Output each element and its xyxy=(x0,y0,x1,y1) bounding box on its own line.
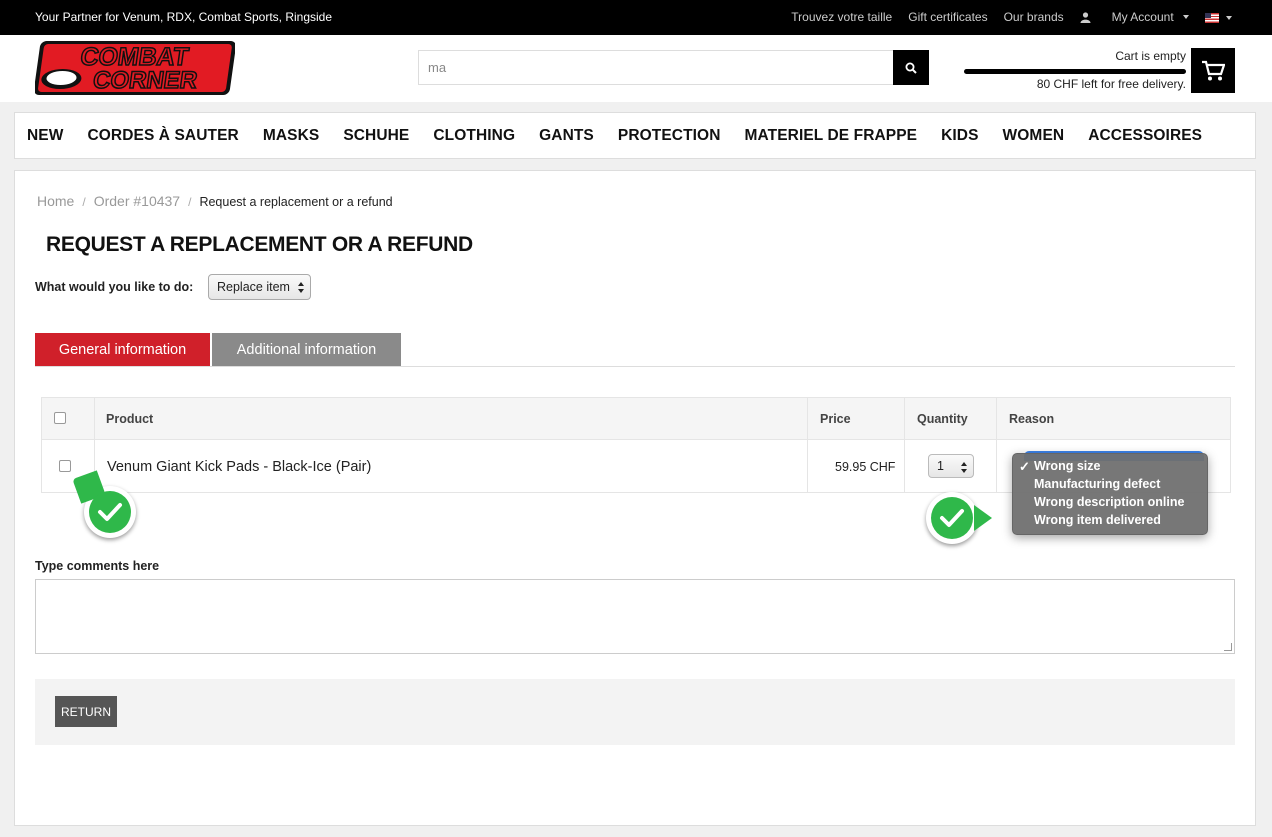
free-delivery-progress xyxy=(964,69,1186,74)
nav-item-gants[interactable]: GANTS xyxy=(539,127,594,145)
breadcrumb-current: Request a replacement or a refund xyxy=(199,195,393,209)
tagline: Your Partner for Venum, RDX, Combat Spor… xyxy=(35,10,333,24)
select-arrows-icon xyxy=(961,462,967,473)
header-quantity: Quantity xyxy=(917,412,968,426)
nav-item-women[interactable]: WOMEN xyxy=(1003,127,1065,145)
nav-item-new[interactable]: NEW xyxy=(27,127,63,145)
user-icon xyxy=(1080,11,1091,23)
main-nav: NEW CORDES À SAUTER MASKS SCHUHE CLOTHIN… xyxy=(14,112,1256,159)
select-arrows-icon xyxy=(298,282,304,293)
reason-dropdown-menu: ✓ Wrong size Manufacturing defect Wrong … xyxy=(1012,453,1208,535)
top-links: Trouvez votre taille Gift certificates O… xyxy=(775,10,1232,24)
top-bar: Your Partner for Venum, RDX, Combat Spor… xyxy=(0,0,1272,35)
nav-item-clothing[interactable]: CLOTHING xyxy=(433,127,515,145)
reason-option-label: Wrong description online xyxy=(1034,495,1185,509)
annotation-check-marker xyxy=(926,492,992,544)
annotation-check-marker xyxy=(72,470,136,538)
search-input[interactable] xyxy=(419,51,889,84)
cart-status: Cart is empty xyxy=(1115,49,1186,63)
reason-option-label: Manufacturing defect xyxy=(1034,477,1161,491)
breadcrumb-order[interactable]: Order #10437 xyxy=(94,193,180,209)
us-flag-icon xyxy=(1204,12,1219,23)
form-footer: RETURN xyxy=(35,679,1235,745)
cart-info: Cart is empty 80 CHF left for free deliv… xyxy=(964,49,1186,93)
search-box xyxy=(418,50,929,85)
comments-label: Type comments here xyxy=(35,559,160,573)
nav-item-accessoires[interactable]: ACCESSOIRES xyxy=(1088,127,1202,145)
nav-item-schuhe[interactable]: SCHUHE xyxy=(343,127,409,145)
header-price: Price xyxy=(820,412,851,426)
checkmark-icon xyxy=(940,509,964,527)
chevron-down-icon xyxy=(1226,15,1232,20)
action-select-value: Replace item xyxy=(217,280,290,294)
select-all-checkbox[interactable] xyxy=(54,412,66,424)
combat-corner-logo[interactable]: COMBAT CORNER xyxy=(35,39,235,97)
quantity-select[interactable]: 1 xyxy=(928,454,974,478)
row-checkbox[interactable] xyxy=(59,460,71,472)
action-select[interactable]: Replace item xyxy=(208,274,311,300)
size-guide-link[interactable]: Trouvez votre taille xyxy=(791,10,892,24)
breadcrumb: Home / Order #10437/Request a replacement … xyxy=(37,193,393,209)
action-label: What would you like to do: xyxy=(35,280,194,294)
gift-certificates-link[interactable]: Gift certificates xyxy=(908,10,987,24)
site-header: COMBAT CORNER Cart is empty 80 CHF left … xyxy=(0,35,1272,102)
tab-additional-information[interactable]: Additional information xyxy=(212,333,401,366)
checkmark-icon xyxy=(98,503,122,521)
language-selector[interactable] xyxy=(1204,10,1232,24)
breadcrumb-home[interactable]: Home xyxy=(37,193,74,209)
return-button[interactable]: RETURN xyxy=(55,696,117,727)
header-reason: Reason xyxy=(1009,412,1055,426)
our-brands-link[interactable]: Our brands xyxy=(1004,10,1064,24)
comments-textarea[interactable] xyxy=(35,579,1235,654)
cart-icon xyxy=(1202,60,1225,80)
page-title: REQUEST A REPLACEMENT OR A REFUND xyxy=(46,233,473,256)
reason-option-manufacturing-defect[interactable]: Manufacturing defect xyxy=(1013,477,1207,495)
reason-option-label: Wrong item delivered xyxy=(1034,513,1161,527)
search-button[interactable] xyxy=(893,50,929,85)
reason-option-wrong-item[interactable]: Wrong item delivered xyxy=(1013,513,1207,531)
tab-bar: General information Additional informati… xyxy=(35,333,1235,367)
reason-option-label: Wrong size xyxy=(1034,459,1101,473)
my-account-label: My Account xyxy=(1111,10,1174,24)
reason-option-wrong-size[interactable]: ✓ Wrong size xyxy=(1013,459,1207,477)
product-price: 59.95 CHF xyxy=(835,460,896,474)
cart-button[interactable] xyxy=(1191,48,1235,93)
chevron-down-icon xyxy=(1182,15,1189,19)
reason-option-wrong-description[interactable]: Wrong description online xyxy=(1013,495,1207,513)
nav-item-materiel[interactable]: MATERIEL DE FRAPPE xyxy=(745,127,918,145)
search-icon xyxy=(905,62,917,74)
nav-item-protection[interactable]: PROTECTION xyxy=(618,127,721,145)
my-account-menu[interactable]: My Account xyxy=(1080,10,1189,24)
nav-item-cordes[interactable]: CORDES À SAUTER xyxy=(87,127,238,145)
nav-item-masks[interactable]: MASKS xyxy=(263,127,319,145)
quantity-value: 1 xyxy=(937,459,944,473)
product-name: Venum Giant Kick Pads - Black-Ice (Pair) xyxy=(107,459,372,475)
tab-general-information[interactable]: General information xyxy=(35,333,210,366)
header-product: Product xyxy=(106,412,154,426)
logo-line-2: CORNER xyxy=(91,67,199,94)
nav-item-kids[interactable]: KIDS xyxy=(941,127,978,145)
checkmark-icon: ✓ xyxy=(1019,459,1030,474)
free-delivery-note: 80 CHF left for free delivery. xyxy=(1036,77,1186,91)
